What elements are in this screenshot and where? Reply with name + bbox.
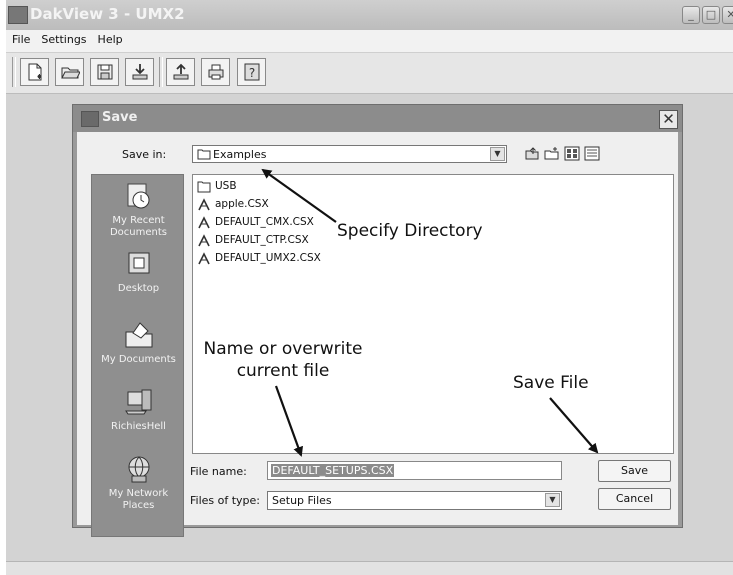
view-menu-button[interactable] xyxy=(563,146,580,161)
save-dialog: Save ✕ Save in: Examples ▼ My Recent Doc… xyxy=(72,104,683,537)
upload-icon xyxy=(173,63,188,80)
csx-file-icon xyxy=(198,251,210,264)
file-name-value: DEFAULT_SETUPS.CSX xyxy=(271,464,395,477)
toolbar-separator xyxy=(159,57,163,87)
file-name-input[interactable]: DEFAULT_SETUPS.CSX xyxy=(267,461,562,480)
chevron-down-icon[interactable]: ▼ xyxy=(490,147,505,161)
network-places-icon xyxy=(128,456,149,483)
dialog-title-bar[interactable]: Save ✕ xyxy=(73,105,682,132)
new-file-button[interactable] xyxy=(20,58,49,86)
menu-bar: File Settings Help xyxy=(6,30,733,53)
status-bar xyxy=(6,561,733,575)
file-name: DEFAULT_CTP.CSX xyxy=(215,234,309,246)
minimize-button[interactable]: _ xyxy=(682,6,700,24)
help-button[interactable]: ? xyxy=(237,58,266,86)
chevron-down-icon[interactable]: ▼ xyxy=(545,493,560,507)
download-button[interactable] xyxy=(125,58,154,86)
csx-file-icon xyxy=(198,215,210,228)
menu-file[interactable]: File xyxy=(6,30,35,46)
tools-button[interactable] xyxy=(583,146,600,161)
file-name: USB xyxy=(215,180,237,192)
file-item[interactable]: apple.CSX xyxy=(197,196,269,212)
places-bar: My Recent Documents Desktop My Documents… xyxy=(91,174,184,537)
file-type-value: Setup Files xyxy=(272,494,332,507)
svg-text:?: ? xyxy=(248,66,254,80)
dialog-body: Save in: Examples ▼ My Recent Documents … xyxy=(77,132,678,537)
maximize-button[interactable]: □ xyxy=(702,6,720,24)
new-folder-button[interactable] xyxy=(543,146,560,161)
open-button[interactable] xyxy=(55,58,84,86)
upload-button[interactable] xyxy=(166,58,195,86)
annotation-name-line2: current file xyxy=(236,361,330,381)
download-icon xyxy=(132,64,147,80)
file-item[interactable]: DEFAULT_UMX2.CSX xyxy=(197,250,321,266)
cancel-button[interactable]: Cancel xyxy=(598,488,671,510)
file-name: apple.CSX xyxy=(215,198,269,210)
window-title: DakView 3 - UMX2 xyxy=(30,5,185,23)
recent-documents-icon xyxy=(127,183,149,209)
view-menu-icon xyxy=(564,146,579,161)
dialog-title: Save xyxy=(102,110,138,125)
file-item[interactable]: DEFAULT_CTP.CSX xyxy=(197,232,309,248)
save-toolbar-button[interactable] xyxy=(90,58,119,86)
desktop-icon xyxy=(128,252,149,274)
toolbar-separator xyxy=(12,57,16,87)
place-label: Desktop xyxy=(117,283,160,294)
help-icon: ? xyxy=(244,63,259,81)
folder-icon xyxy=(197,149,211,160)
my-documents-icon xyxy=(125,322,152,348)
save-in-dropdown[interactable]: Examples ▼ xyxy=(192,145,507,163)
annotation-specify-directory: Specify Directory xyxy=(337,221,483,241)
file-type-dropdown[interactable]: Setup Files ▼ xyxy=(267,491,562,510)
toolbar: ? xyxy=(6,53,733,94)
dialog-icon xyxy=(81,111,99,127)
menu-help[interactable]: Help xyxy=(92,30,128,46)
dialog-close-button[interactable]: ✕ xyxy=(659,110,678,129)
place-my-documents[interactable]: My Documents xyxy=(92,320,185,366)
app-icon xyxy=(8,6,28,24)
place-recent-documents[interactable]: My Recent Documents xyxy=(92,181,185,239)
place-label: My Documents xyxy=(101,354,176,365)
place-label: My Recent Documents xyxy=(109,215,168,238)
close-window-button[interactable]: ✕ xyxy=(722,6,733,24)
menu-settings[interactable]: Settings xyxy=(35,30,91,46)
annotation-save-file: Save File xyxy=(513,373,589,393)
file-type-label: Files of type: xyxy=(190,494,261,507)
new-folder-icon xyxy=(544,147,558,160)
file-name: DEFAULT_CMX.CSX xyxy=(215,216,314,228)
save-button[interactable]: Save xyxy=(598,460,671,482)
new-file-icon xyxy=(28,63,41,81)
folder-icon xyxy=(197,181,211,192)
save-in-label: Save in: xyxy=(122,148,167,161)
file-name: DEFAULT_UMX2.CSX xyxy=(215,252,321,264)
place-desktop[interactable]: Desktop xyxy=(92,249,185,295)
list-view-icon xyxy=(584,146,599,161)
up-one-level-button[interactable] xyxy=(523,146,540,161)
title-bar[interactable]: DakView 3 - UMX2 _ □ ✕ xyxy=(6,0,733,30)
save-disk-icon xyxy=(97,64,112,80)
file-list[interactable]: USB apple.CSX DEFAULT_CMX.CSX DEFAULT_CT… xyxy=(192,174,674,454)
save-in-value: Examples xyxy=(213,148,267,161)
file-name-label: File name: xyxy=(190,465,247,478)
place-network[interactable]: My Network Places xyxy=(92,454,185,512)
open-folder-icon xyxy=(60,67,80,79)
annotation-name-line1: Name or overwrite xyxy=(203,339,363,359)
print-button[interactable] xyxy=(201,58,230,86)
csx-file-icon xyxy=(198,233,210,246)
csx-file-icon xyxy=(198,197,210,210)
file-item[interactable]: DEFAULT_CMX.CSX xyxy=(197,214,314,230)
place-label: RichiesHell xyxy=(111,421,166,432)
place-label: My Network Places xyxy=(108,488,169,511)
file-item-usb[interactable]: USB xyxy=(197,178,237,194)
print-icon xyxy=(208,64,223,80)
my-computer-icon xyxy=(124,389,151,415)
app-window: DakView 3 - UMX2 _ □ ✕ File Settings Help … xyxy=(6,0,733,575)
up-folder-icon xyxy=(525,147,538,160)
place-my-computer[interactable]: RichiesHell xyxy=(92,387,185,433)
